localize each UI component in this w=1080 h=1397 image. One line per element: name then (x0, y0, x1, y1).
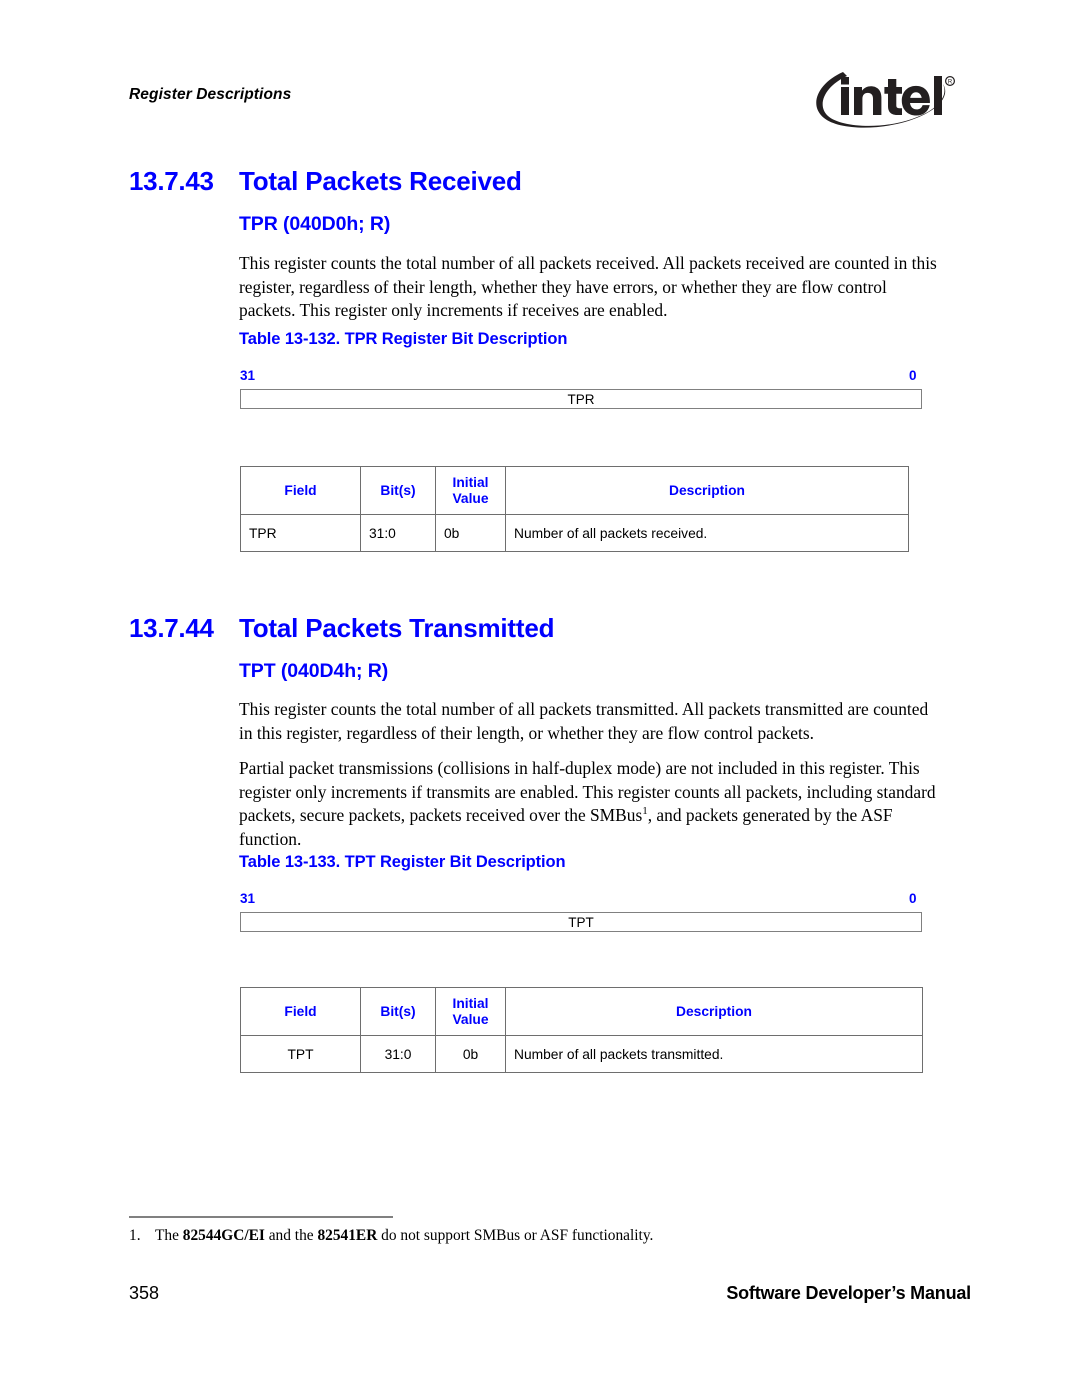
cell-field: TPR (240, 514, 361, 552)
section-subtitle-tpt: TPT (040D4h; R) (239, 660, 389, 682)
paragraph-tpr-description: This register counts the total number of… (239, 253, 937, 320)
bit-description-table-tpt: Field Bit(s) Initial Value Description T… (240, 987, 923, 1073)
document-page: Register Descriptions R 13.7.43 Total Pa… (0, 0, 1080, 1397)
section-title-total-packets-received: Total Packets Received (239, 166, 522, 196)
section-subtitle-tpr: TPR (040D0h; R) (239, 213, 391, 235)
footnote-part-number-2: 82541ER (317, 1227, 378, 1244)
cell-initial-value: 0b (435, 1035, 506, 1073)
footnote-number: 1. (129, 1227, 141, 1244)
column-header-bits: Bit(s) (360, 987, 436, 1036)
column-header-description: Description (505, 466, 909, 515)
document-title-footer: Software Developer’s Manual (726, 1283, 971, 1303)
table-header-row: Field Bit(s) Initial Value Description (240, 987, 923, 1036)
cell-bits: 31:0 (360, 1035, 436, 1073)
column-header-field: Field (240, 466, 361, 515)
register-field-box-tpr: TPR (240, 389, 922, 409)
section-number-13-7-43: 13.7.43 (129, 166, 214, 196)
cell-description: Number of all packets received. (505, 514, 909, 552)
table-caption-13-133: Table 13-133. TPT Register Bit Descripti… (239, 853, 566, 871)
column-header-bits: Bit(s) (360, 466, 436, 515)
section-title-total-packets-transmitted: Total Packets Transmitted (239, 613, 555, 643)
cell-field: TPT (240, 1035, 361, 1073)
bit-label-lsb-tpt: 0 (909, 891, 917, 906)
bit-label-lsb-tpr: 0 (909, 368, 917, 383)
column-header-description: Description (505, 987, 923, 1036)
intel-logo: R (800, 57, 960, 135)
column-header-field: Field (240, 987, 361, 1036)
table-header-row: Field Bit(s) Initial Value Description (240, 466, 909, 515)
table-row: TPT 31:0 0b Number of all packets transm… (240, 1035, 923, 1073)
table-row: TPR 31:0 0b Number of all packets receiv… (240, 514, 909, 552)
bit-label-msb-tpt: 31 (240, 891, 256, 906)
column-header-initial-value: Initial Value (435, 987, 506, 1036)
cell-initial-value: 0b (435, 514, 506, 552)
footnote-part-number-1: 82544GC/EI (182, 1227, 265, 1244)
footnote-text-before: The (155, 1227, 183, 1244)
page-number: 358 (129, 1283, 160, 1303)
bit-label-msb-tpr: 31 (240, 368, 256, 383)
paragraph-tpt-description-2: Partial packet transmissions (collisions… (239, 757, 945, 851)
svg-text:R: R (948, 80, 953, 86)
footnote-separator-rule (129, 1216, 393, 1218)
cell-description: Number of all packets transmitted. (505, 1035, 923, 1073)
register-field-box-tpt: TPT (240, 912, 922, 932)
running-header-title: Register Descriptions (129, 86, 292, 103)
footnote-text-middle: and the (264, 1227, 318, 1244)
paragraph-tpt-description-1: This register counts the total number of… (239, 699, 929, 743)
footnote-text-after: do not support SMBus or ASF functionalit… (377, 1227, 654, 1244)
section-number-13-7-44: 13.7.44 (129, 613, 214, 643)
column-header-initial-value: Initial Value (435, 466, 506, 515)
footnote-text: The 82544GC/EI and the 82541ER do not su… (155, 1227, 653, 1245)
bit-description-table-tpr: Field Bit(s) Initial Value Description T… (240, 466, 909, 552)
table-caption-13-132: Table 13-132. TPR Register Bit Descripti… (239, 330, 568, 348)
cell-bits: 31:0 (360, 514, 436, 552)
